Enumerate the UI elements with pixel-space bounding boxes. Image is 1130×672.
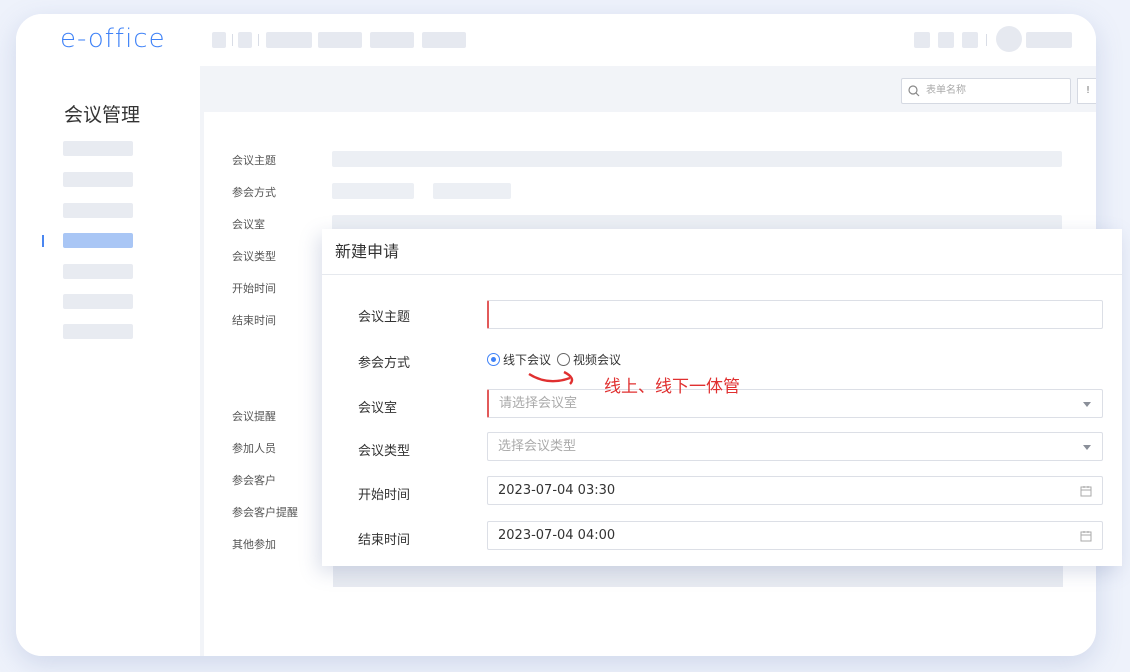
sidebar-item-placeholder[interactable]: [63, 294, 133, 309]
bg-label-end: 结束时间: [232, 314, 276, 327]
bg-label-subject: 会议主题: [232, 154, 276, 167]
sidebar-item-placeholder[interactable]: [63, 141, 133, 156]
bg-label-start: 开始时间: [232, 282, 276, 295]
start-time-input[interactable]: 2023-07-04 03:30: [487, 476, 1103, 505]
sidebar-item-active[interactable]: [63, 233, 133, 248]
bg-field-placeholder: [332, 151, 1062, 167]
mode-radio-group: 线下会议 视频会议: [487, 351, 627, 368]
toolbar-icon-placeholder[interactable]: [914, 32, 930, 48]
toolbar-icon-placeholder[interactable]: [938, 32, 954, 48]
annotation-arrow-icon: [528, 370, 574, 385]
chevron-down-icon[interactable]: [1083, 445, 1091, 450]
radio-checked-icon[interactable]: [487, 353, 500, 366]
subject-input[interactable]: [487, 300, 1103, 329]
nav-item-placeholder[interactable]: [266, 32, 312, 48]
bg-label-room: 会议室: [232, 218, 265, 231]
content-header: 表单名称 !: [204, 70, 1096, 112]
search-placeholder: 表单名称: [926, 85, 966, 96]
toolbar-icon-placeholder[interactable]: [962, 32, 978, 48]
search-icon: [908, 85, 920, 97]
room-select[interactable]: 请选择会议室: [487, 389, 1103, 418]
divider: [322, 274, 1122, 275]
nav-item-placeholder[interactable]: [370, 32, 414, 48]
type-select[interactable]: 选择会议类型: [487, 432, 1103, 461]
nav-item-placeholder[interactable]: [212, 32, 226, 48]
bg-field-placeholder: [332, 183, 414, 199]
calendar-icon[interactable]: [1080, 530, 1092, 542]
bg-label-other: 其他参加: [232, 538, 276, 551]
radio-offline-label: 线下会议: [503, 353, 552, 367]
sidebar-item-placeholder[interactable]: [63, 324, 133, 339]
sidebar-item-placeholder[interactable]: [63, 264, 133, 279]
room-placeholder: 请选择会议室: [499, 396, 578, 411]
end-time-input[interactable]: 2023-07-04 04:00: [487, 521, 1103, 550]
bg-label-client-reminder: 参会客户提醒: [232, 506, 298, 519]
nav-item-placeholder[interactable]: [238, 32, 252, 48]
type-placeholder: 选择会议类型: [498, 439, 577, 454]
bg-label-reminder: 会议提醒: [232, 410, 276, 423]
sidebar: 会议管理: [16, 66, 200, 656]
bg-label-mode: 参会方式: [232, 186, 276, 199]
sidebar-title: 会议管理: [64, 104, 141, 126]
nav-separator: [986, 34, 987, 46]
end-time-value: 2023-07-04 04:00: [498, 528, 616, 543]
bg-label-type: 会议类型: [232, 250, 276, 263]
nav-item-placeholder[interactable]: [318, 32, 362, 48]
app-logo[interactable]: e-office: [60, 24, 166, 54]
new-application-dialog: 新建申请 会议主题 参会方式 线下会议 视频会议 会议室 请选择会议室 会议类型…: [322, 229, 1122, 566]
room-label: 会议室: [358, 401, 398, 416]
mode-label: 参会方式: [358, 356, 411, 371]
bg-field-placeholder: [433, 183, 511, 199]
radio-video[interactable]: 视频会议: [557, 351, 621, 368]
sidebar-item-placeholder[interactable]: [63, 172, 133, 187]
nav-separator: [258, 34, 259, 46]
subject-label: 会议主题: [358, 310, 411, 325]
search-input[interactable]: 表单名称: [901, 78, 1071, 104]
top-bar: e-office: [16, 14, 1096, 66]
bg-bottom-placeholder: [333, 566, 1063, 587]
calendar-icon[interactable]: [1080, 485, 1092, 497]
user-name-placeholder[interactable]: [1026, 32, 1072, 48]
sidebar-item-placeholder[interactable]: [63, 203, 133, 218]
type-label: 会议类型: [358, 444, 411, 459]
dialog-title: 新建申请: [335, 242, 400, 261]
start-time-value: 2023-07-04 03:30: [498, 483, 616, 498]
radio-video-label: 视频会议: [573, 353, 622, 367]
start-label: 开始时间: [358, 488, 411, 503]
radio-unchecked-icon[interactable]: [557, 353, 571, 366]
annotation-text: 线上、线下一体管: [604, 377, 740, 397]
nav-separator: [232, 34, 233, 46]
header-button[interactable]: !: [1077, 78, 1096, 104]
bg-label-participants: 参加人员: [232, 442, 276, 455]
active-indicator: [42, 235, 44, 247]
nav-item-placeholder[interactable]: [422, 32, 466, 48]
chevron-down-icon[interactable]: [1083, 402, 1091, 407]
end-label: 结束时间: [358, 533, 411, 548]
radio-offline[interactable]: 线下会议: [487, 351, 551, 368]
avatar[interactable]: [996, 26, 1022, 52]
bg-label-clients: 参会客户: [232, 474, 276, 487]
